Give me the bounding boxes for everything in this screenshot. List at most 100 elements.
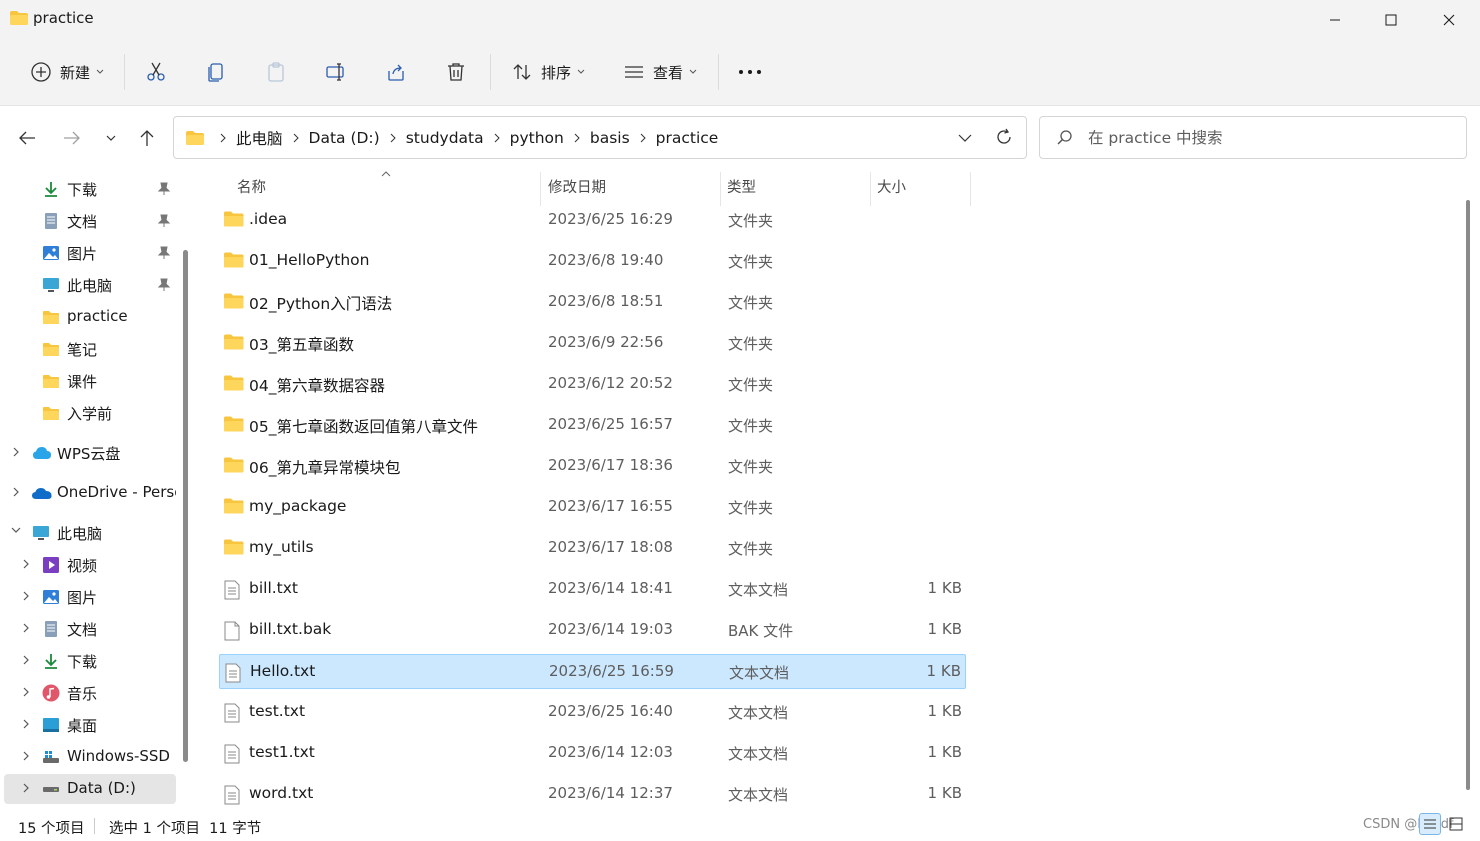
- tiles-view-button[interactable]: [1445, 813, 1467, 835]
- chevron-right-icon[interactable]: [12, 486, 20, 498]
- file-row[interactable]: bill.txt.bak 2023/6/14 19:03 BAK 文件 1 KB: [219, 613, 966, 648]
- delete-button[interactable]: [436, 52, 476, 92]
- chevron-right-icon[interactable]: [214, 133, 232, 143]
- file-row[interactable]: word.txt 2023/6/14 12:37 文本文档 1 KB: [219, 777, 966, 812]
- sidebar-item-courseware[interactable]: 课件: [4, 366, 176, 396]
- chevron-right-icon[interactable]: [22, 558, 30, 570]
- search-input[interactable]: [1088, 125, 1448, 151]
- refresh-icon[interactable]: [994, 127, 1014, 147]
- sidebar-item-desktop[interactable]: 桌面: [4, 710, 176, 740]
- column-header-size[interactable]: 大小: [877, 176, 906, 202]
- address-bar[interactable]: 此电脑 Data (D:) studydata python basis pra…: [173, 116, 1027, 159]
- file-row[interactable]: Hello.txt 2023/6/25 16:59 文本文档 1 KB: [219, 654, 966, 689]
- column-divider[interactable]: [870, 172, 871, 206]
- chevron-right-icon[interactable]: [287, 133, 305, 143]
- status-bar: 15 个项目 选中 1 个项目 11 字节 CSDN @Hi_ldf: [0, 808, 1480, 841]
- sidebar-item-wps-cloud[interactable]: WPS云盘: [4, 438, 176, 468]
- chevron-down-icon[interactable]: [10, 526, 22, 536]
- chevron-right-icon[interactable]: [488, 133, 506, 143]
- chevron-right-icon[interactable]: [568, 133, 586, 143]
- file-row[interactable]: 02_Python入门语法 2023/6/8 18:51 文件夹: [219, 285, 966, 320]
- more-options-button[interactable]: [730, 52, 770, 92]
- sidebar-item-downloads-pc[interactable]: 下载: [4, 646, 176, 676]
- column-header-date[interactable]: 修改日期: [548, 176, 606, 202]
- file-row[interactable]: my_utils 2023/6/17 18:08 文件夹: [219, 531, 966, 566]
- breadcrumb-item[interactable]: studydata: [402, 129, 488, 147]
- pin-icon[interactable]: [158, 246, 170, 260]
- file-date: 2023/6/14 18:41: [548, 579, 673, 597]
- breadcrumb-item[interactable]: python: [506, 129, 568, 147]
- close-button[interactable]: [1420, 0, 1478, 40]
- sidebar-item-pre-enrollment[interactable]: 入学前: [4, 398, 176, 428]
- sidebar-item-drive-d[interactable]: Data (D:): [4, 774, 176, 804]
- file-row[interactable]: my_package 2023/6/17 16:55 文件夹: [219, 490, 966, 525]
- sort-button[interactable]: 排序: [506, 52, 590, 92]
- chevron-right-icon[interactable]: [384, 133, 402, 143]
- file-row[interactable]: bill.txt 2023/6/14 18:41 文本文档 1 KB: [219, 572, 966, 607]
- chevron-down-icon[interactable]: [958, 128, 972, 148]
- new-button[interactable]: 新建: [24, 52, 110, 92]
- breadcrumb-item[interactable]: Data (D:): [305, 129, 384, 147]
- sidebar-scrollbar[interactable]: [183, 250, 188, 762]
- chevron-right-icon[interactable]: [22, 590, 30, 602]
- file-row[interactable]: 05_第七章函数返回值第八章文件 2023/6/25 16:57 文件夹: [219, 408, 966, 443]
- column-header-name[interactable]: 名称: [237, 176, 266, 202]
- file-row[interactable]: test.txt 2023/6/25 16:40 文本文档 1 KB: [219, 695, 966, 730]
- chevron-right-icon[interactable]: [12, 446, 20, 458]
- cut-button[interactable]: [136, 52, 176, 92]
- maximize-button[interactable]: [1362, 0, 1420, 40]
- chevron-right-icon[interactable]: [22, 782, 30, 794]
- chevron-right-icon[interactable]: [22, 654, 30, 666]
- search-box[interactable]: [1039, 116, 1467, 159]
- column-divider[interactable]: [720, 172, 721, 206]
- breadcrumb-item[interactable]: basis: [586, 129, 634, 147]
- file-row[interactable]: 03_第五章函数 2023/6/9 22:56 文件夹: [219, 326, 966, 361]
- column-header-type[interactable]: 类型: [727, 176, 756, 202]
- sidebar-item-music[interactable]: 音乐: [4, 678, 176, 708]
- up-button[interactable]: [131, 122, 163, 154]
- chevron-right-icon[interactable]: [22, 750, 30, 762]
- copy-button[interactable]: [196, 52, 236, 92]
- sidebar-item-documents[interactable]: 文档: [4, 206, 176, 236]
- column-divider[interactable]: [540, 172, 541, 206]
- back-button[interactable]: [11, 122, 43, 154]
- file-row[interactable]: 04_第六章数据容器 2023/6/12 20:52 文件夹: [219, 367, 966, 402]
- sidebar-item-drive-c[interactable]: Windows-SSD (C:): [4, 742, 176, 772]
- pin-icon[interactable]: [158, 278, 170, 292]
- file-row[interactable]: 01_HelloPython 2023/6/8 19:40 文件夹: [219, 244, 966, 279]
- sidebar-item-practice[interactable]: practice: [4, 302, 176, 332]
- pin-icon[interactable]: [158, 182, 170, 196]
- sidebar-item-pictures-pc[interactable]: 图片: [4, 582, 176, 612]
- pin-icon[interactable]: [158, 214, 170, 228]
- share-button[interactable]: [376, 52, 416, 92]
- minimize-button[interactable]: [1306, 0, 1364, 40]
- window-title: practice: [33, 9, 94, 27]
- sidebar-item-pictures[interactable]: 图片: [4, 238, 176, 268]
- sidebar-item-label: 课件: [67, 373, 98, 391]
- paste-button[interactable]: [256, 52, 296, 92]
- sidebar-item-notes[interactable]: 笔记: [4, 334, 176, 364]
- sort-icon: [513, 64, 531, 80]
- view-button[interactable]: 查看: [618, 52, 702, 92]
- sidebar-item-onedrive[interactable]: OneDrive - Personal: [4, 478, 176, 508]
- sidebar-item-this-pc[interactable]: 此电脑: [4, 270, 176, 300]
- chevron-right-icon[interactable]: [22, 686, 30, 698]
- breadcrumb-item[interactable]: 此电脑: [232, 127, 287, 149]
- file-row[interactable]: test1.txt 2023/6/14 12:03 文本文档 1 KB: [219, 736, 966, 771]
- column-divider[interactable]: [970, 172, 971, 206]
- sidebar-item-videos[interactable]: 视频: [4, 550, 176, 580]
- forward-button[interactable]: [56, 122, 88, 154]
- chevron-right-icon[interactable]: [22, 718, 30, 730]
- chevron-right-icon[interactable]: [634, 133, 652, 143]
- file-row[interactable]: 06_第九章异常模块包 2023/6/17 18:36 文件夹: [219, 449, 966, 484]
- sidebar-item-downloads[interactable]: 下载: [4, 174, 176, 204]
- file-row[interactable]: .idea 2023/6/25 16:29 文件夹: [219, 203, 966, 238]
- details-view-button[interactable]: [1419, 813, 1441, 835]
- chevron-right-icon[interactable]: [22, 622, 30, 634]
- breadcrumb-item[interactable]: practice: [652, 129, 723, 147]
- recent-locations-button[interactable]: [95, 122, 127, 154]
- sidebar-item-this-pc-root[interactable]: 此电脑: [4, 518, 176, 548]
- rename-button[interactable]: [316, 52, 356, 92]
- file-list-scrollbar[interactable]: [1466, 200, 1470, 790]
- sidebar-item-documents-pc[interactable]: 文档: [4, 614, 176, 644]
